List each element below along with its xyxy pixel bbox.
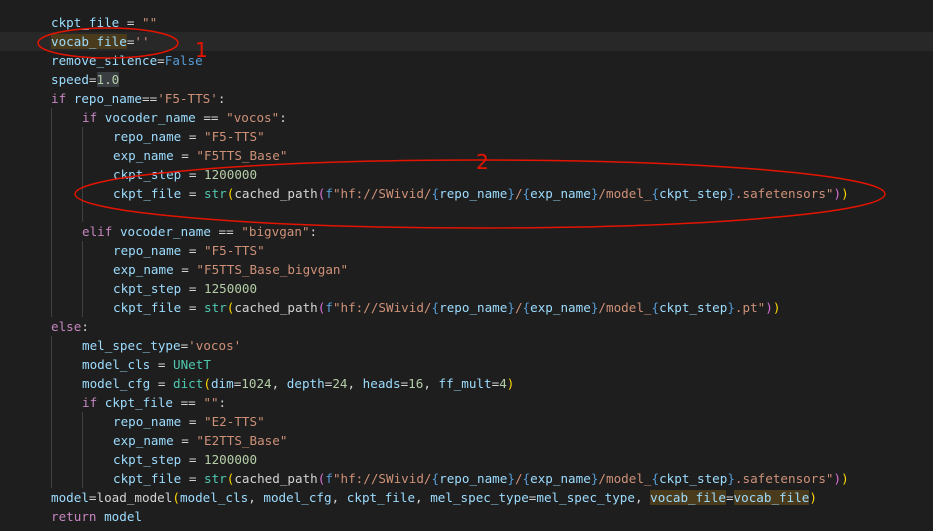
annotation-label-1: 1 [195, 38, 208, 62]
annotation-layer [37, 27, 886, 229]
annotation-label-2: 2 [476, 150, 489, 174]
annotation-ellipse-1 [37, 27, 179, 59]
